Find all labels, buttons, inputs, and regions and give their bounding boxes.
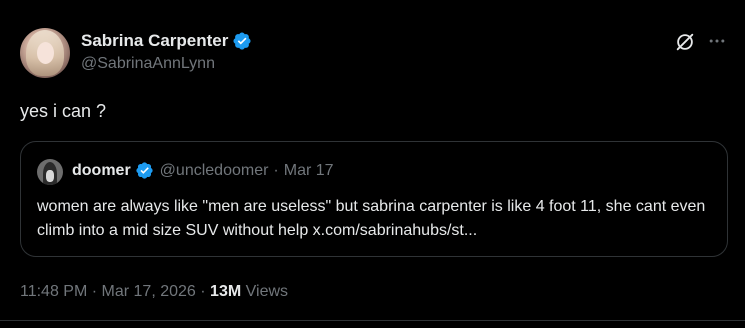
meta-separator: · — [91, 283, 98, 300]
quoted-tweet[interactable]: doomer @uncledoomer · Mar 17 women are a… — [20, 141, 728, 257]
author-avatar[interactable] — [20, 28, 70, 78]
views-count[interactable]: 13M — [210, 283, 241, 300]
author-name-row: Sabrina Carpenter — [81, 31, 252, 51]
quote-text: women are always like "men are useless" … — [37, 198, 706, 239]
tweet-date[interactable]: Mar 17, 2026 — [102, 283, 196, 300]
more-icon[interactable] — [707, 31, 727, 51]
quote-separator: · — [273, 161, 279, 179]
tweet-meta: 11:48 PM · Mar 17, 2026 · 13M Views — [20, 283, 288, 301]
quote-date[interactable]: Mar 17 — [284, 162, 334, 180]
author-handle[interactable]: @SabrinaAnnLynn — [81, 55, 215, 73]
tweet-time[interactable]: 11:48 PM — [20, 283, 87, 300]
quote-author-handle[interactable]: @uncledoomer — [160, 162, 269, 180]
quote-author-avatar[interactable] — [37, 159, 63, 185]
quote-header: doomer @uncledoomer · Mar 17 — [72, 161, 334, 180]
views-label: Views — [245, 283, 289, 300]
verified-badge-icon — [136, 162, 153, 179]
meta-separator: · — [200, 283, 206, 300]
tweet-text: yes i can ? — [20, 101, 107, 121]
grok-icon[interactable] — [674, 31, 696, 53]
quote-author-name[interactable]: doomer — [72, 162, 131, 180]
divider — [0, 320, 745, 321]
verified-badge-icon[interactable] — [232, 31, 252, 51]
author-name[interactable]: Sabrina Carpenter — [81, 31, 228, 51]
